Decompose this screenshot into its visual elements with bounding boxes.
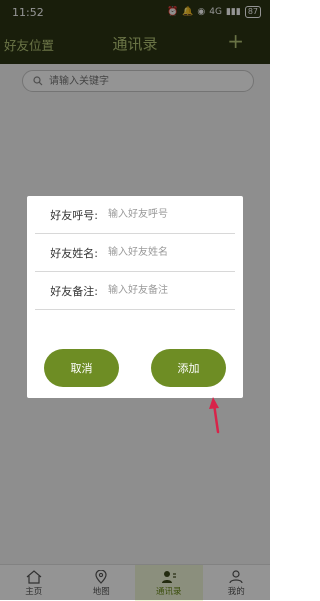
note-label: 好友备注: — [50, 284, 98, 298]
name-label: 好友姓名: — [50, 246, 98, 260]
callsign-row: 好友呼号: — [35, 196, 235, 234]
name-input[interactable] — [106, 246, 235, 259]
callsign-label: 好友呼号: — [50, 208, 98, 222]
name-row: 好友姓名: — [35, 234, 235, 272]
cancel-button[interactable]: 取消 — [44, 349, 119, 387]
add-button[interactable]: 添加 — [151, 349, 226, 387]
note-row: 好友备注: — [35, 272, 235, 310]
add-friend-dialog: 好友呼号: 好友姓名: 好友备注: 取消 添加 — [27, 196, 243, 398]
note-input[interactable] — [106, 284, 235, 297]
callsign-input[interactable] — [106, 208, 235, 221]
